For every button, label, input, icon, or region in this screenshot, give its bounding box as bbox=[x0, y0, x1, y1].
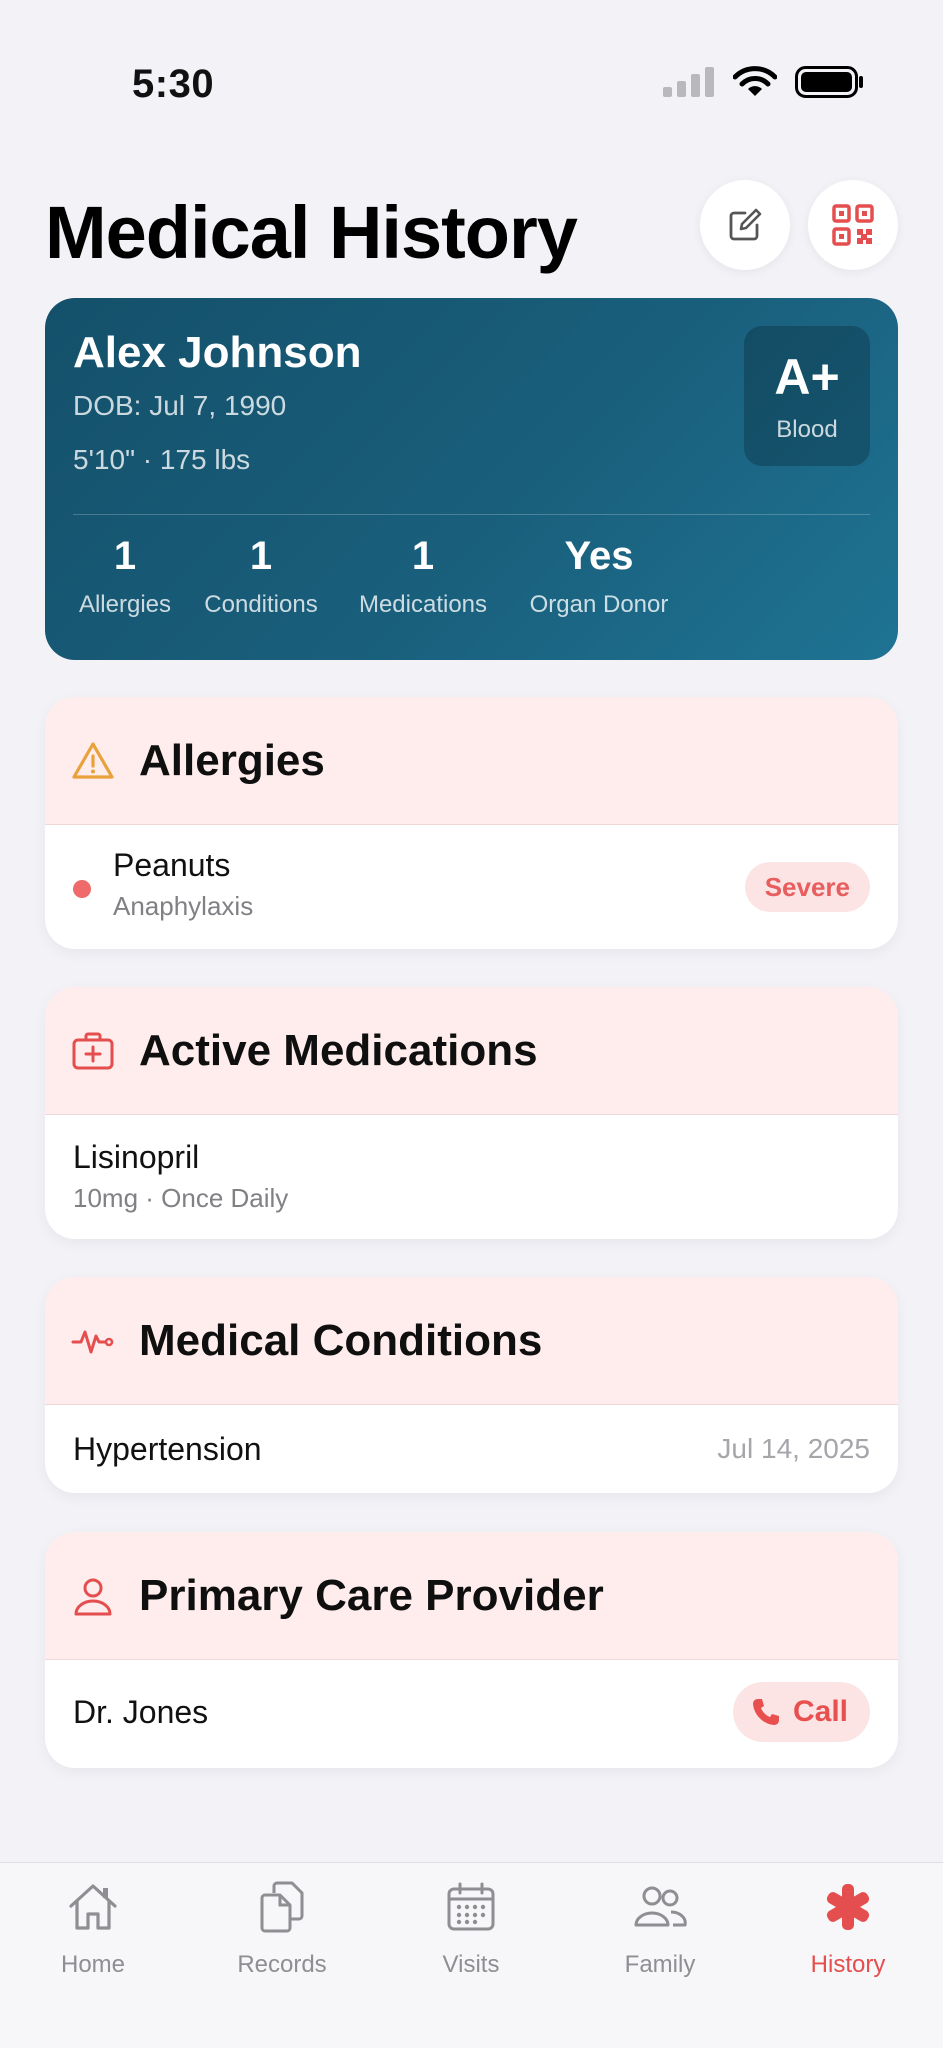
phone-icon bbox=[752, 1699, 779, 1725]
qr-code-button[interactable] bbox=[808, 180, 898, 270]
allergy-reaction: Anaphylaxis bbox=[113, 891, 254, 921]
tab-visits[interactable]: Visits bbox=[391, 1879, 551, 1979]
stat-label: Medications bbox=[358, 591, 488, 618]
edit-icon bbox=[729, 208, 762, 241]
section-title: Allergies bbox=[139, 735, 325, 785]
severity-badge: Severe bbox=[744, 862, 870, 912]
medication-row[interactable]: Lisinopril 10mg · Once Daily bbox=[45, 1115, 898, 1239]
stat-value: 1 bbox=[249, 534, 273, 578]
medical-asterisk-icon bbox=[820, 1879, 876, 1935]
conditions-header[interactable]: Medical Conditions bbox=[45, 1277, 898, 1405]
tab-label: Home bbox=[60, 1951, 126, 1978]
cellular-signal-icon bbox=[663, 67, 714, 97]
stat-organ-donor: Yes Organ Donor bbox=[523, 534, 675, 619]
people-icon bbox=[632, 1879, 688, 1935]
medication-name: Lisinopril bbox=[73, 1139, 200, 1175]
tab-label: Visits bbox=[442, 1951, 500, 1978]
page-title: Medical History bbox=[45, 191, 578, 274]
wifi-icon bbox=[733, 66, 777, 96]
documents-icon bbox=[254, 1879, 310, 1935]
blood-type-value: A+ bbox=[774, 349, 840, 405]
stat-value: 1 bbox=[411, 534, 435, 578]
profile-divider bbox=[73, 514, 870, 515]
patient-dob: DOB: Jul 7, 1990 bbox=[73, 390, 287, 421]
tab-home[interactable]: Home bbox=[13, 1879, 173, 1979]
provider-row: Dr. Jones Call bbox=[45, 1660, 898, 1768]
header: Medical History bbox=[45, 180, 898, 290]
tab-bar: Home Records Visits Family History bbox=[0, 1862, 943, 2048]
stat-medications: 1 Medications bbox=[351, 534, 495, 619]
provider-card: Primary Care Provider Dr. Jones Call bbox=[45, 1532, 898, 1768]
condition-name: Hypertension bbox=[73, 1431, 262, 1467]
tab-label: Records bbox=[237, 1951, 327, 1978]
stat-value: 1 bbox=[113, 534, 137, 578]
tab-label: Family bbox=[624, 1951, 696, 1978]
home-icon bbox=[65, 1879, 121, 1935]
blood-type-badge: A+ Blood bbox=[744, 326, 870, 466]
stat-label: Organ Donor bbox=[529, 591, 669, 618]
call-button[interactable]: Call bbox=[732, 1682, 870, 1742]
condition-date: Jul 14, 2025 bbox=[717, 1433, 870, 1464]
tab-family[interactable]: Family bbox=[580, 1879, 740, 1979]
allergy-row[interactable]: Peanuts Anaphylaxis Severe bbox=[45, 825, 898, 949]
conditions-card: Medical Conditions Hypertension Jul 14, … bbox=[45, 1277, 898, 1493]
qr-code-icon bbox=[832, 204, 874, 246]
status-time: 5:30 bbox=[132, 62, 215, 106]
tab-records[interactable]: Records bbox=[202, 1879, 362, 1979]
medical-kit-icon bbox=[71, 1029, 115, 1073]
allergies-card: Allergies Peanuts Anaphylaxis Severe bbox=[45, 697, 898, 949]
patient-name: Alex Johnson bbox=[73, 328, 362, 377]
allergy-name: Peanuts bbox=[113, 847, 231, 883]
stat-value: Yes bbox=[564, 534, 634, 578]
section-title: Primary Care Provider bbox=[139, 1570, 604, 1620]
profile-card: Alex Johnson DOB: Jul 7, 1990 5'10" · 17… bbox=[45, 298, 898, 660]
severity-dot bbox=[73, 880, 91, 898]
status-icons bbox=[663, 66, 865, 98]
provider-name: Dr. Jones bbox=[73, 1694, 209, 1730]
condition-row[interactable]: Hypertension Jul 14, 2025 bbox=[45, 1405, 898, 1493]
tab-label: History bbox=[810, 1951, 886, 1978]
allergies-header[interactable]: Allergies bbox=[45, 697, 898, 825]
tab-history[interactable]: History bbox=[768, 1879, 928, 1979]
section-title: Active Medications bbox=[139, 1025, 538, 1075]
warning-icon bbox=[71, 739, 115, 783]
call-label: Call bbox=[792, 1695, 848, 1728]
medication-detail: 10mg · Once Daily bbox=[73, 1183, 289, 1213]
patient-height-weight: 5'10" · 175 lbs bbox=[73, 444, 251, 475]
medications-header[interactable]: Active Medications bbox=[45, 987, 898, 1115]
status-bar: 5:30 bbox=[0, 0, 943, 120]
blood-type-label: Blood bbox=[776, 416, 838, 443]
stat-conditions: 1 Conditions bbox=[197, 534, 325, 619]
edit-button[interactable] bbox=[700, 180, 790, 270]
stat-allergies: 1 Allergies bbox=[73, 534, 177, 619]
battery-icon bbox=[795, 66, 863, 98]
provider-header[interactable]: Primary Care Provider bbox=[45, 1532, 898, 1660]
stat-label: Allergies bbox=[78, 591, 172, 618]
medications-card: Active Medications Lisinopril 10mg · Onc… bbox=[45, 987, 898, 1239]
stat-label: Conditions bbox=[204, 591, 318, 618]
calendar-icon bbox=[443, 1879, 499, 1935]
person-icon bbox=[71, 1574, 115, 1618]
section-title: Medical Conditions bbox=[139, 1315, 543, 1365]
heartbeat-icon bbox=[71, 1319, 115, 1363]
